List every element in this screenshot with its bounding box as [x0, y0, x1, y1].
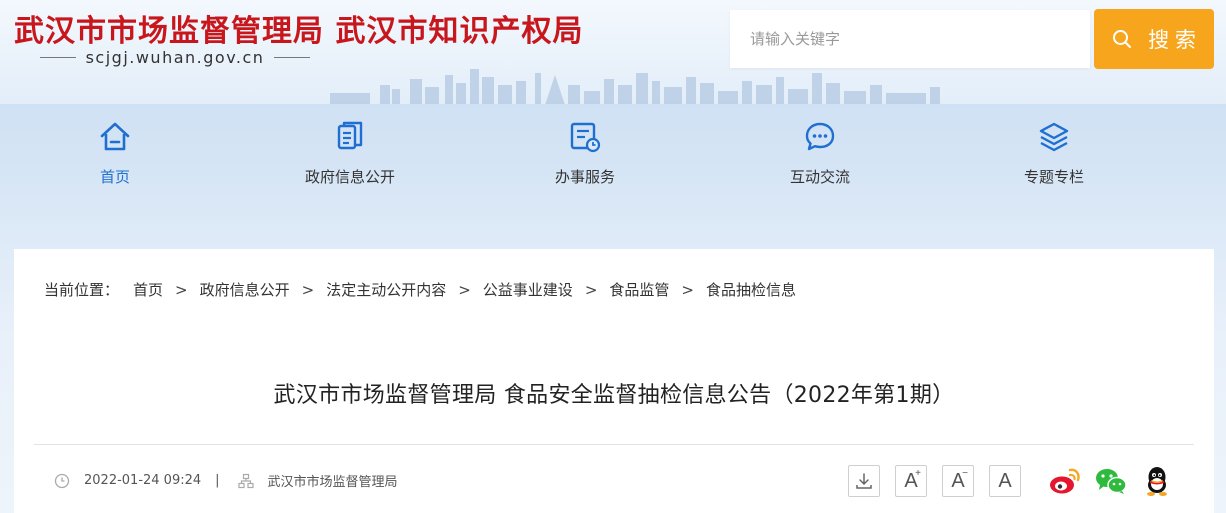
- breadcrumb-separator: >: [301, 280, 315, 299]
- minus-icon: −: [962, 468, 968, 479]
- domain-text: scjgj.wuhan.gov.cn: [85, 48, 265, 67]
- site-title[interactable]: 武汉市市场监督管理局 武汉市知识产权局: [14, 6, 583, 50]
- breadcrumb-prefix: 当前位置：: [44, 281, 120, 299]
- plus-icon: +: [915, 468, 921, 479]
- chat-bubble-icon: [805, 122, 835, 151]
- nav-label-gov-info: 政府信息公开: [304, 168, 395, 186]
- breadcrumb-separator: >: [584, 280, 598, 299]
- breadcrumb-item-home[interactable]: 首页: [133, 279, 163, 300]
- site-domain: scjgj.wuhan.gov.cn: [40, 48, 311, 67]
- publish-date: 2022-01-24 09:24: [84, 473, 202, 488]
- font-larger-button[interactable]: A +: [895, 465, 927, 497]
- main-nav: 首页 政府信息公开 办事服务 互动交流 专题专栏: [0, 104, 1226, 219]
- breadcrumb-separator: >: [681, 280, 694, 299]
- breadcrumb-item-food-supervision[interactable]: 食品监管: [609, 279, 669, 300]
- download-icon: [856, 473, 872, 489]
- font-default-button[interactable]: A: [989, 465, 1021, 497]
- share-wechat-button[interactable]: [1094, 464, 1128, 498]
- article-title: 武汉市市场监督管理局 食品安全监督抽检信息公告（2022年第1期）: [273, 383, 955, 408]
- title-divider: [34, 444, 1194, 445]
- site-header: 武汉市市场监督管理局 武汉市知识产权局 scjgj.wuhan.gov.cn 搜…: [0, 0, 1226, 104]
- breadcrumb-item-food-sampling[interactable]: 食品抽检信息: [706, 279, 796, 300]
- share-qq-button[interactable]: [1140, 464, 1174, 498]
- weibo-icon: [1050, 468, 1080, 494]
- nav-item-topics[interactable]: 专题专栏: [984, 120, 1124, 187]
- search-icon: [1113, 30, 1132, 48]
- article-tools: A + A − A: [848, 464, 1174, 498]
- search-button[interactable]: 搜 索: [1094, 9, 1214, 69]
- qq-icon: [1147, 467, 1167, 496]
- article-meta: 2022-01-24 09:24 | 武汉市市场监督管理局: [54, 471, 398, 490]
- breadcrumb-item-statutory[interactable]: 法定主动公开内容: [326, 279, 446, 300]
- nav-item-gov-info[interactable]: 政府信息公开: [280, 120, 420, 187]
- search-button-label: 搜 索: [1148, 29, 1196, 52]
- article-source: 武汉市市场监督管理局: [267, 475, 398, 490]
- layers-icon: [1039, 122, 1069, 152]
- wechat-icon: [1096, 469, 1127, 494]
- search-input[interactable]: [730, 10, 1090, 68]
- breadcrumb-item-gov-info[interactable]: 政府信息公开: [200, 279, 290, 300]
- breadcrumb-separator: >: [175, 280, 188, 299]
- domain-left-rule: [40, 57, 76, 58]
- share-weibo-button[interactable]: [1048, 464, 1082, 498]
- breadcrumb-item-public-welfare[interactable]: 公益事业建设: [483, 279, 573, 300]
- nav-item-home[interactable]: 首页: [45, 120, 185, 187]
- content-card: 当前位置： 首页 > 政府信息公开 > 法定主动公开内容 > 公益事业建设 > …: [14, 249, 1214, 513]
- breadcrumb-separator: >: [458, 280, 471, 299]
- clock-icon: [54, 473, 70, 488]
- organization-icon: [237, 473, 254, 488]
- font-default-label: A: [998, 469, 1012, 492]
- nav-label-services: 办事服务: [554, 168, 615, 186]
- documents-icon: [337, 121, 363, 150]
- home-icon: [100, 122, 130, 151]
- domain-right-rule: [274, 57, 311, 58]
- font-smaller-button[interactable]: A −: [942, 465, 974, 497]
- nav-label-home: 首页: [99, 168, 130, 186]
- meta-separator: |: [215, 473, 220, 488]
- nav-item-services[interactable]: 办事服务: [515, 120, 655, 187]
- nav-label-topics: 专题专栏: [1023, 168, 1084, 186]
- service-form-icon: [570, 122, 601, 153]
- nav-label-interaction: 互动交流: [789, 168, 850, 186]
- download-button[interactable]: [848, 465, 880, 497]
- nav-item-interaction[interactable]: 互动交流: [750, 120, 890, 187]
- breadcrumb: 当前位置： 首页 > 政府信息公开 > 法定主动公开内容 > 公益事业建设 > …: [44, 279, 796, 300]
